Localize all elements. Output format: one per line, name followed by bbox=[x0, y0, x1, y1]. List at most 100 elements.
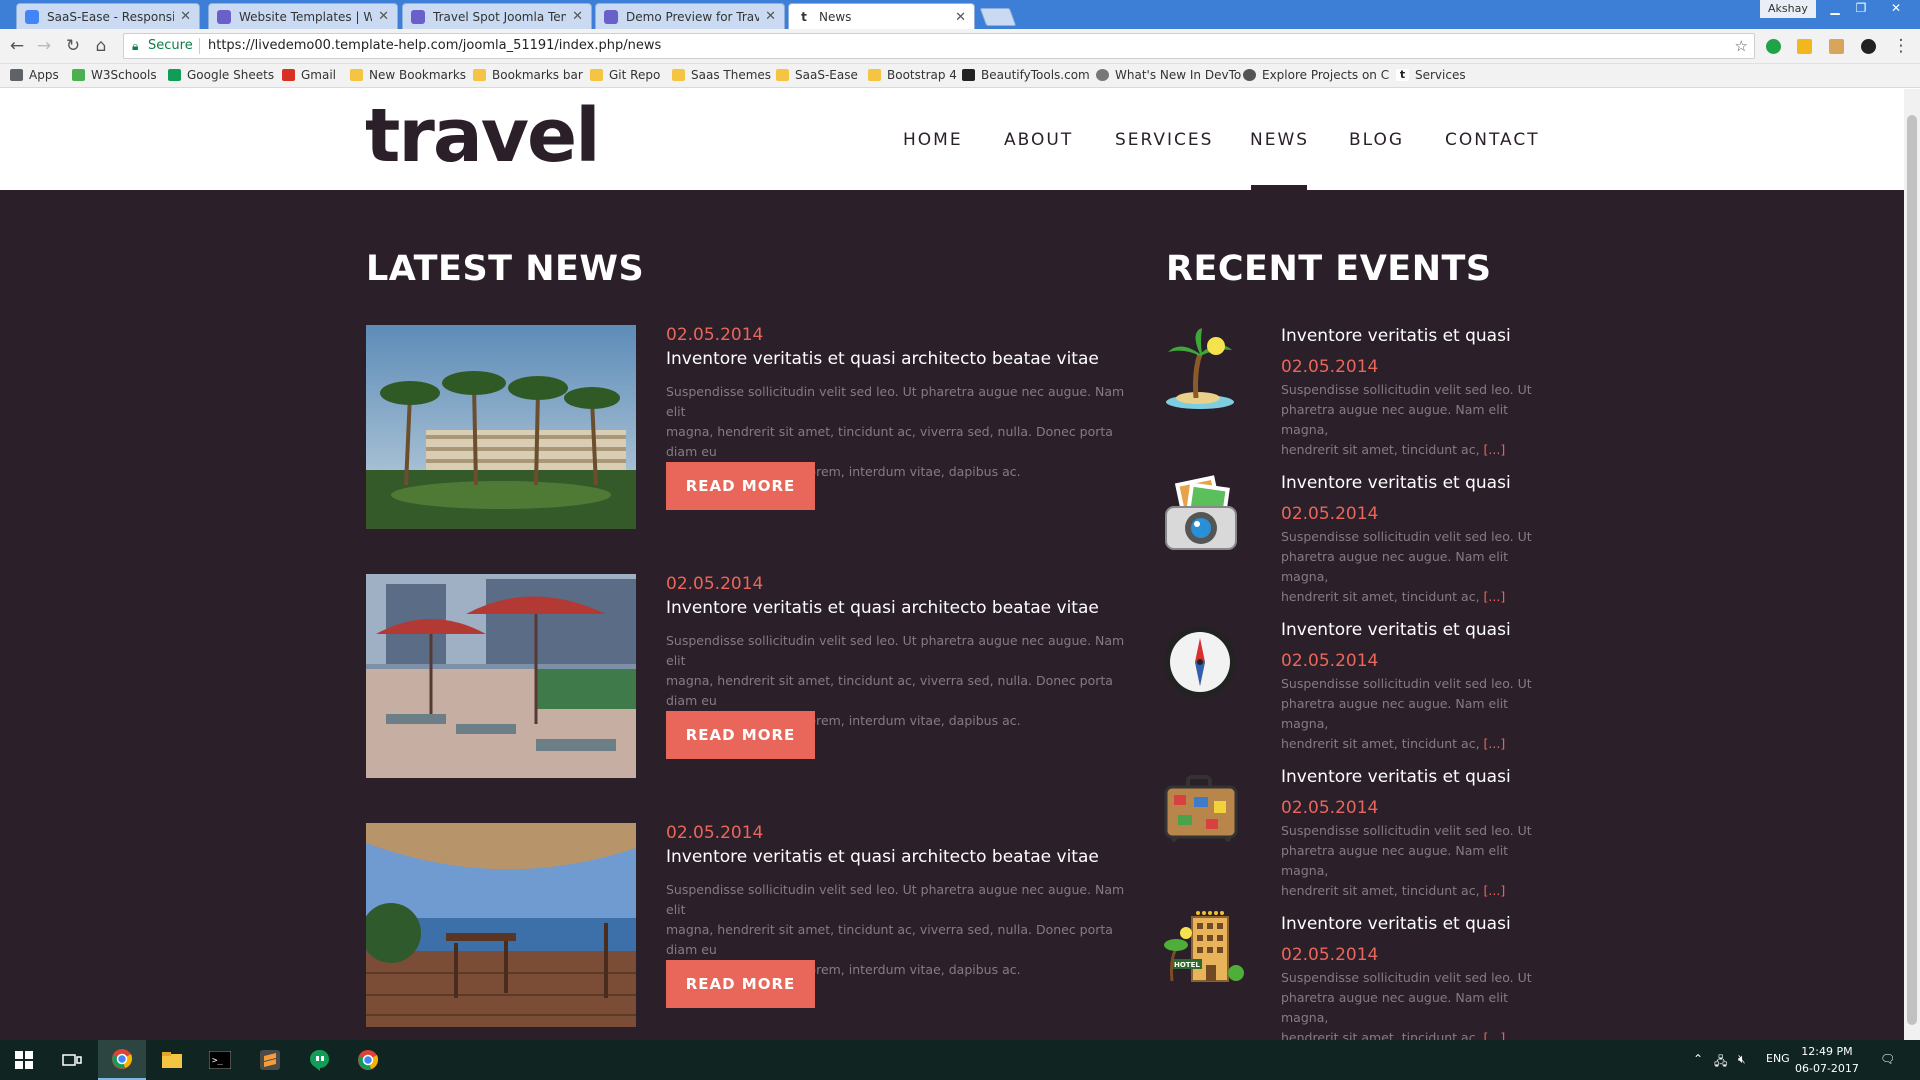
more-link[interactable]: [...] bbox=[1484, 736, 1506, 751]
tab-website-templates[interactable]: Website Templates | Web ✕ bbox=[208, 3, 398, 29]
nav-home[interactable]: HOME bbox=[903, 130, 963, 150]
tab-travel-spot[interactable]: Travel Spot Joomla Temp ✕ bbox=[402, 3, 592, 29]
bookmark-gmail[interactable]: Gmail bbox=[282, 68, 336, 82]
nav-services[interactable]: SERVICES bbox=[1115, 130, 1213, 150]
volume-muted-icon[interactable]: 🔇︎ bbox=[1738, 1052, 1746, 1067]
reload-icon[interactable]: ↻ bbox=[62, 35, 84, 57]
extension-star-icon[interactable] bbox=[1797, 39, 1812, 54]
news-title[interactable]: Inventore veritatis et quasi architecto … bbox=[666, 847, 1099, 867]
news-excerpt-line: magna, hendrerit sit amet, tincidunt ac,… bbox=[666, 922, 1113, 957]
window-close-icon[interactable]: ✕ bbox=[1876, 0, 1916, 18]
windows-start-icon[interactable] bbox=[0, 1040, 48, 1080]
close-tab-icon[interactable]: ✕ bbox=[572, 9, 583, 24]
terminal-icon[interactable]: >_ bbox=[196, 1040, 244, 1080]
more-link[interactable]: [...] bbox=[1484, 442, 1506, 457]
close-tab-icon[interactable]: ✕ bbox=[378, 9, 389, 24]
bookmark-explore-projects[interactable]: Explore Projects on C bbox=[1243, 68, 1389, 82]
event-title[interactable]: Inventore veritatis et quasi bbox=[1281, 767, 1511, 787]
close-tab-icon[interactable]: ✕ bbox=[765, 9, 776, 24]
forward-arrow-icon[interactable]: → bbox=[33, 35, 55, 57]
bookmark-apps[interactable]: Apps bbox=[10, 68, 59, 82]
news-title[interactable]: Inventore veritatis et quasi architecto … bbox=[666, 349, 1099, 369]
bookmark-label: Git Repo bbox=[609, 68, 661, 82]
url-text[interactable]: https://livedemo00.template-help.com/joo… bbox=[208, 34, 661, 58]
system-clock[interactable]: 12:49 PM 06-07-2017 bbox=[1795, 1043, 1859, 1077]
more-link[interactable]: [...] bbox=[1484, 883, 1506, 898]
read-more-button[interactable]: READ MORE bbox=[666, 711, 815, 759]
event-title[interactable]: Inventore veritatis et quasi bbox=[1281, 914, 1511, 934]
tab-title: SaaS-Ease - Responsive S bbox=[47, 9, 175, 24]
event-title[interactable]: Inventore veritatis et quasi bbox=[1281, 620, 1511, 640]
bookmark-bookmarks-bar[interactable]: Bookmarks bar bbox=[473, 68, 583, 82]
bookmark-star-icon[interactable]: ☆ bbox=[1735, 34, 1748, 58]
read-more-button[interactable]: READ MORE bbox=[666, 462, 815, 510]
minimize-icon[interactable]: ▁ bbox=[1822, 0, 1848, 18]
more-link[interactable]: [...] bbox=[1484, 1030, 1506, 1040]
scrollbar-thumb[interactable] bbox=[1907, 115, 1917, 1025]
tab-demo-preview[interactable]: Demo Preview for Travel ✕ bbox=[595, 3, 785, 29]
nav-news[interactable]: NEWS bbox=[1250, 130, 1309, 150]
folder-icon bbox=[590, 69, 603, 81]
tab-saas-ease[interactable]: SaaS-Ease - Responsive S ✕ bbox=[16, 3, 200, 29]
action-center-icon[interactable]: 🗨︎ bbox=[1880, 1052, 1895, 1066]
bookmark-services[interactable]: t Services bbox=[1396, 68, 1466, 82]
nav-contact[interactable]: CONTACT bbox=[1445, 130, 1540, 150]
extension-dark-icon[interactable] bbox=[1861, 39, 1876, 54]
devtools-icon bbox=[1096, 69, 1109, 81]
event-date: 02.05.2014 bbox=[1281, 798, 1379, 818]
bookmark-devtools[interactable]: What's New In DevTo bbox=[1096, 68, 1241, 82]
bookmark-bootstrap[interactable]: Bootstrap 4 bbox=[868, 68, 957, 82]
network-icon[interactable]: 🖧︎ bbox=[1714, 1052, 1727, 1073]
profile-name[interactable]: Akshay bbox=[1760, 0, 1816, 18]
bookmark-saas-ease[interactable]: SaaS-Ease bbox=[776, 68, 858, 82]
new-tab-button[interactable] bbox=[979, 8, 1017, 26]
sublime-text-icon[interactable] bbox=[246, 1040, 294, 1080]
browser-tab-strip: SaaS-Ease - Responsive S ✕ Website Templ… bbox=[0, 0, 1920, 30]
news-date: 02.05.2014 bbox=[666, 574, 764, 594]
extension-flag-icon[interactable] bbox=[1829, 39, 1844, 54]
bookmark-git-repo[interactable]: Git Repo bbox=[590, 68, 660, 82]
read-more-button[interactable]: READ MORE bbox=[666, 960, 815, 1008]
tab-news[interactable]: t News ✕ bbox=[788, 3, 975, 30]
chrome-taskbar-icon[interactable] bbox=[98, 1040, 146, 1080]
back-arrow-icon[interactable]: ← bbox=[6, 35, 28, 57]
event-excerpt-line: hendrerit sit amet, tincidunt ac, [...] bbox=[1281, 734, 1551, 754]
gmail-icon bbox=[282, 69, 295, 81]
bookmark-beautifytools[interactable]: BeautifyTools.com bbox=[962, 68, 1090, 82]
task-view-icon[interactable] bbox=[48, 1040, 96, 1080]
news-image-resort[interactable] bbox=[366, 325, 636, 529]
template-monster-icon bbox=[604, 9, 618, 24]
site-logo[interactable]: travel bbox=[365, 99, 601, 173]
tray-chevron-up-icon[interactable]: ⌃ bbox=[1693, 1052, 1703, 1066]
hangouts-icon[interactable] bbox=[296, 1040, 344, 1080]
event-title[interactable]: Inventore veritatis et quasi bbox=[1281, 326, 1511, 346]
event-title[interactable]: Inventore veritatis et quasi bbox=[1281, 473, 1511, 493]
event-excerpt: Suspendisse sollicitudin velit sed leo. … bbox=[1281, 821, 1551, 901]
extension-green-icon[interactable] bbox=[1766, 39, 1781, 54]
browser-menu-icon[interactable]: ⋮ bbox=[1890, 35, 1912, 57]
chrome-secondary-icon[interactable] bbox=[344, 1040, 392, 1080]
bookmark-label: W3Schools bbox=[91, 68, 157, 82]
close-tab-icon[interactable]: ✕ bbox=[180, 9, 191, 24]
event-excerpt-line: pharetra augue nec augue. Nam elit magna… bbox=[1281, 696, 1509, 731]
file-explorer-icon[interactable] bbox=[148, 1040, 196, 1080]
news-title[interactable]: Inventore veritatis et quasi architecto … bbox=[666, 598, 1099, 618]
more-link[interactable]: [...] bbox=[1484, 589, 1506, 604]
news-image-beach-terrace[interactable] bbox=[366, 823, 636, 1027]
close-tab-icon[interactable]: ✕ bbox=[955, 10, 966, 25]
news-image-pool-umbrellas[interactable] bbox=[366, 574, 636, 778]
news-excerpt-line: magna, hendrerit sit amet, tincidunt ac,… bbox=[666, 424, 1113, 459]
restore-icon[interactable]: ❐ bbox=[1848, 0, 1874, 18]
page-scrollbar[interactable] bbox=[1904, 89, 1920, 1040]
home-icon[interactable]: ⌂ bbox=[90, 35, 112, 57]
bookmark-w3schools[interactable]: W3Schools bbox=[72, 68, 157, 82]
bookmark-label: BeautifyTools.com bbox=[981, 68, 1090, 82]
nav-about[interactable]: ABOUT bbox=[1004, 130, 1073, 150]
bookmark-google-sheets[interactable]: Google Sheets bbox=[168, 68, 274, 82]
bookmark-new-bookmarks[interactable]: New Bookmarks bbox=[350, 68, 466, 82]
address-bar[interactable]: 🔒︎ Secure https://livedemo00.template-he… bbox=[123, 33, 1755, 59]
bookmark-saas-themes[interactable]: Saas Themes bbox=[672, 68, 771, 82]
compass-icon bbox=[1160, 620, 1244, 704]
language-indicator[interactable]: ENG bbox=[1766, 1052, 1790, 1065]
nav-blog[interactable]: BLOG bbox=[1349, 130, 1404, 150]
